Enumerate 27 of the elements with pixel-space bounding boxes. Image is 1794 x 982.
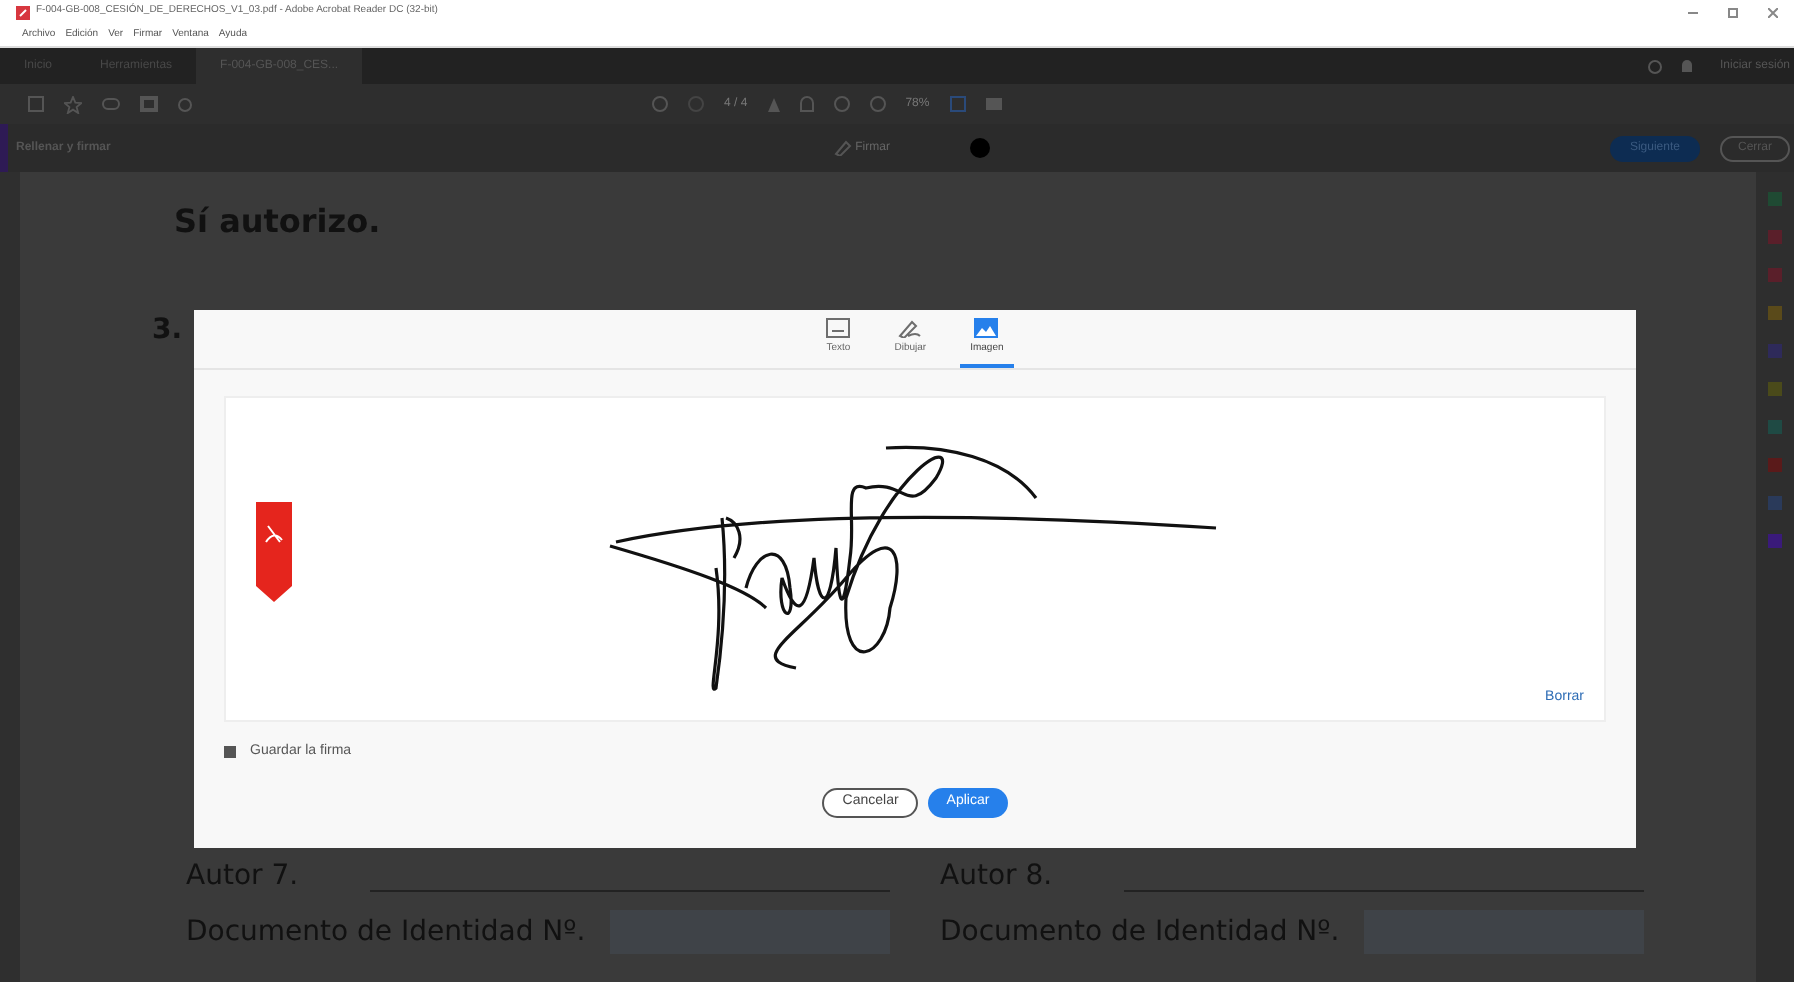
- tool-icon[interactable]: [1768, 268, 1782, 282]
- pen-icon: [898, 317, 923, 338]
- tool-icon[interactable]: [1768, 306, 1782, 320]
- tool-icon[interactable]: [1768, 192, 1782, 206]
- print-icon[interactable]: [140, 96, 158, 112]
- pdf-icon: [16, 5, 30, 19]
- tool-icon[interactable]: [1768, 344, 1782, 358]
- tool-icon[interactable]: [1768, 420, 1782, 434]
- image-icon: [974, 317, 999, 338]
- tool-icon[interactable]: [1768, 534, 1782, 548]
- tool-icon[interactable]: [1768, 230, 1782, 244]
- tool-icon[interactable]: [1768, 496, 1782, 510]
- star-icon[interactable]: [64, 95, 82, 113]
- fit-icon[interactable]: [949, 96, 966, 112]
- ink-color[interactable]: [969, 138, 990, 158]
- tool-icon[interactable]: [1768, 458, 1782, 472]
- minimize-icon[interactable]: [1688, 11, 1698, 13]
- annotate-icon[interactable]: [985, 98, 1002, 110]
- save-icon[interactable]: [28, 96, 44, 112]
- close-icon[interactable]: [1768, 7, 1778, 17]
- keyboard-icon: [826, 317, 851, 338]
- pen-icon[interactable]: [833, 140, 852, 156]
- tool-icon[interactable]: [1768, 382, 1782, 396]
- restore-icon[interactable]: [1728, 7, 1738, 17]
- help-icon[interactable]: [1647, 59, 1662, 73]
- checkbox[interactable]: [224, 746, 236, 759]
- pdf-icon: [256, 502, 296, 602]
